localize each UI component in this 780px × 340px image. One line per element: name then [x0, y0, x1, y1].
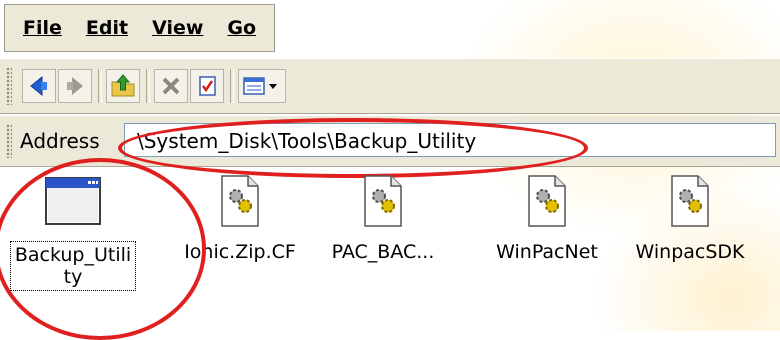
forward-arrow-icon	[67, 77, 83, 95]
file-name: PAC_BAC...	[331, 241, 435, 263]
up-folder-icon	[111, 74, 135, 97]
toolbar-separator	[146, 69, 150, 103]
file-item-winpacnet[interactable]: WinPacNet	[482, 171, 612, 301]
file-item-winpacsdk[interactable]: WinpacSDK	[625, 171, 755, 301]
file-name: Ionic.Zip.CF	[184, 241, 296, 263]
system-file-gear-icon	[671, 175, 709, 227]
menu-edit[interactable]: Edit	[74, 5, 140, 51]
application-window-icon	[45, 177, 101, 225]
file-name: WinPacNet	[496, 241, 598, 263]
back-arrow-icon	[30, 75, 47, 97]
views-menu-icon	[243, 77, 277, 95]
menu-file[interactable]: File	[11, 5, 74, 51]
address-bar: Address \System_Disk\Tools\Backup_Utilit…	[0, 116, 780, 167]
address-bar-grip[interactable]	[6, 124, 12, 158]
delete-icon	[162, 77, 180, 95]
system-file-gear-icon	[528, 175, 566, 227]
system-file-gear-icon	[221, 175, 259, 227]
menu-go[interactable]: Go	[215, 5, 268, 51]
menu-view[interactable]: View	[140, 5, 215, 51]
file-explorer-window: File Edit View Go Address \System_Disk\T…	[0, 0, 780, 340]
chevron-down-icon	[269, 84, 277, 89]
address-input[interactable]: \System_Disk\Tools\Backup_Utility	[124, 123, 776, 157]
toolbar	[0, 58, 780, 114]
toolbar-grip[interactable]	[6, 67, 12, 105]
up-folder-button[interactable]	[106, 69, 140, 103]
properties-button[interactable]	[190, 69, 224, 103]
views-menu-button[interactable]	[238, 69, 286, 103]
menu-bar: File Edit View Go	[4, 4, 276, 52]
file-name: Backup_Utility	[10, 241, 136, 291]
toolbar-separator	[98, 69, 102, 103]
file-item-pac-bac[interactable]: PAC_BAC...	[318, 171, 448, 301]
toolbar-separator	[230, 69, 234, 103]
address-value: \System_Disk\Tools\Backup_Utility	[137, 129, 477, 153]
file-item-backup-utility[interactable]: Backup_Utility	[8, 171, 138, 301]
file-list-pane: Backup_Utility Ionic.Zip.CF PAC_BAC... W…	[0, 167, 780, 331]
system-file-gear-icon	[364, 175, 402, 227]
file-item-ionic-zip[interactable]: Ionic.Zip.CF	[175, 171, 305, 301]
address-label: Address	[20, 129, 100, 153]
delete-button[interactable]	[154, 69, 188, 103]
back-button[interactable]	[22, 69, 56, 103]
properties-icon	[199, 76, 216, 96]
forward-button[interactable]	[58, 69, 92, 103]
file-name: WinpacSDK	[635, 241, 745, 263]
